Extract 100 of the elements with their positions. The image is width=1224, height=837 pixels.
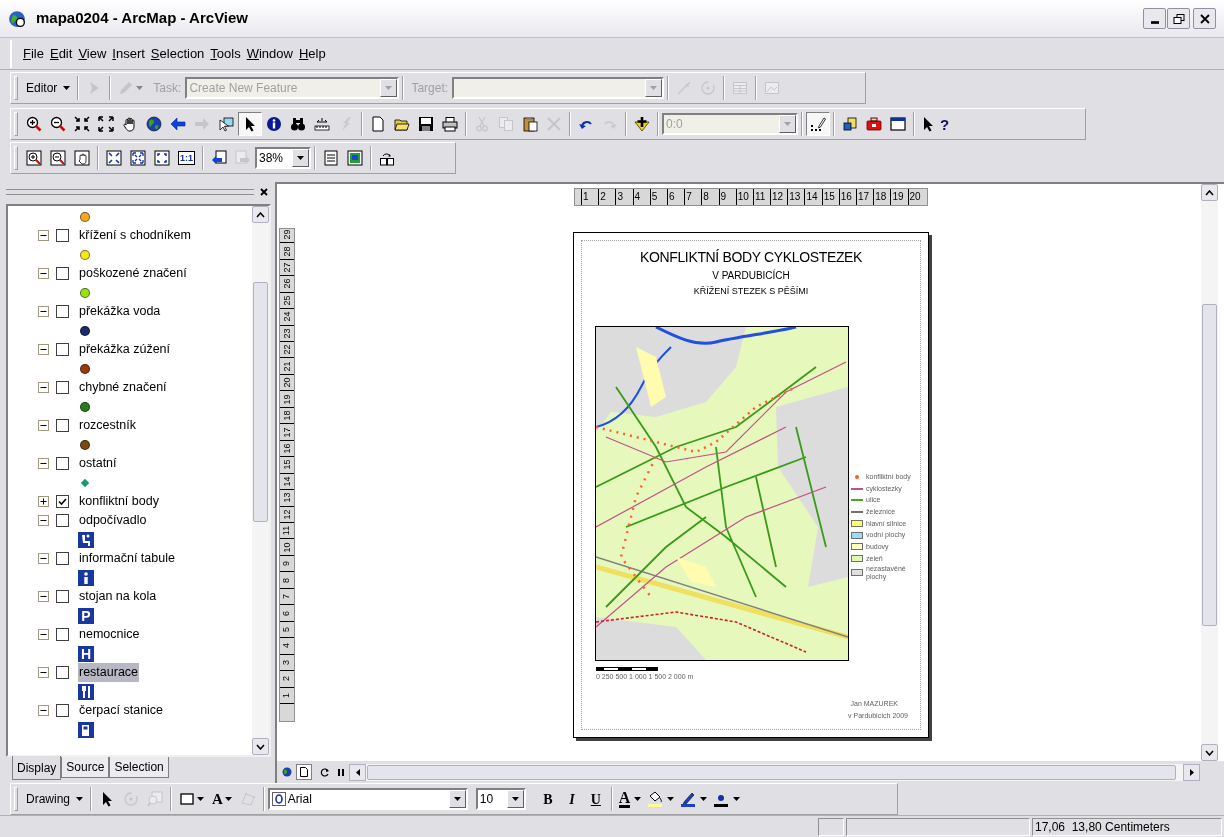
layout-view-button[interactable]	[296, 764, 312, 780]
checkbox[interactable]	[56, 514, 69, 527]
layer-name[interactable]: křížení s chodníkem	[78, 226, 192, 245]
scrollbar[interactable]	[252, 206, 269, 755]
collapse-toggle[interactable]	[38, 705, 49, 716]
menu-item[interactable]: View	[75, 41, 110, 66]
dropdown-field[interactable]: 38%	[255, 147, 311, 169]
minimize-button[interactable]	[1143, 8, 1166, 29]
layer-name[interactable]: konfliktní body	[78, 492, 160, 511]
scale-bar	[596, 667, 658, 671]
pencil-on-dots-button[interactable]	[806, 112, 830, 136]
scroll-up-button[interactable]	[252, 206, 269, 223]
layer-name[interactable]: chybné značení	[78, 378, 168, 397]
coordinates-text: 17,06 13,80 Centimeters	[1032, 817, 1222, 836]
layer-name[interactable]: restaurace	[78, 663, 140, 682]
collapse-toggle[interactable]	[38, 344, 49, 355]
dropdown-field[interactable]: 10	[475, 788, 526, 810]
panel-tab[interactable]: Selection	[109, 757, 169, 778]
checkbox[interactable]	[56, 628, 69, 641]
collapse-toggle[interactable]	[38, 306, 49, 317]
page-button[interactable]: 1:1	[174, 146, 199, 170]
checkbox[interactable]	[56, 419, 69, 432]
layer-name[interactable]: odpočívadlo	[78, 511, 148, 530]
scroll-left-button[interactable]	[349, 763, 366, 781]
layer-name[interactable]: informační tabule	[78, 549, 176, 568]
close-button[interactable]	[1193, 8, 1216, 29]
dropdown-field[interactable]: Arial	[267, 788, 468, 810]
checkbox[interactable]	[56, 666, 69, 679]
panel-grip[interactable]	[6, 189, 254, 195]
right-triangle-icon	[1189, 768, 1194, 776]
toolbar-grip[interactable]	[14, 146, 18, 170]
collapse-toggle[interactable]	[38, 382, 49, 393]
globe-icon	[282, 767, 292, 777]
underline-button[interactable]: U	[583, 787, 608, 811]
scroll-thumb[interactable]	[367, 764, 1176, 780]
toolbar-menu-button[interactable]: Drawing	[22, 787, 87, 811]
pen-icon	[680, 791, 697, 807]
page-lines-icon	[323, 150, 339, 166]
toolbar-menu-button[interactable]: Editor	[22, 76, 75, 100]
collapse-toggle[interactable]	[38, 667, 49, 678]
scissors-icon	[474, 116, 490, 132]
scroll-up-button[interactable]	[1201, 184, 1218, 201]
bold-button[interactable]: B	[535, 787, 560, 811]
blank-page-icon	[370, 116, 386, 132]
menu-item[interactable]: File	[20, 41, 47, 66]
checkbox[interactable]	[56, 343, 69, 356]
expand-toggle[interactable]	[38, 496, 49, 507]
layer-name[interactable]: překážka zúžení	[78, 340, 172, 359]
text-tool-button[interactable]: A	[208, 787, 236, 811]
checkbox[interactable]	[56, 552, 69, 565]
font-color-button[interactable]: A	[615, 787, 645, 811]
layer-name[interactable]: nemocnice	[78, 625, 141, 644]
page-brackets-icon	[154, 150, 170, 166]
menu-item[interactable]: Tools	[207, 41, 244, 66]
scroll-down-button[interactable]	[1201, 744, 1218, 761]
checkbox[interactable]	[56, 704, 69, 717]
checkbox[interactable]	[56, 267, 69, 280]
italic-button[interactable]: I	[559, 787, 584, 811]
collapse-toggle[interactable]	[38, 553, 49, 564]
scrollbar[interactable]	[1201, 184, 1218, 761]
collapse-toggle[interactable]	[38, 591, 49, 602]
menu-item[interactable]: Selection	[147, 41, 208, 66]
collapse-toggle[interactable]	[38, 230, 49, 241]
restore-button[interactable]	[1167, 8, 1190, 29]
menu-item[interactable]: Insert	[109, 41, 148, 66]
panel-tab[interactable]: Source	[61, 757, 110, 778]
scroll-thumb[interactable]	[1202, 304, 1217, 626]
toolbar-grip[interactable]	[14, 112, 18, 136]
checkbox[interactable]	[56, 590, 69, 603]
layer-name[interactable]: ostatní	[78, 454, 118, 473]
layer-name[interactable]: rozcestník	[78, 416, 137, 435]
layer-name[interactable]: překážka voda	[78, 302, 162, 321]
collapse-toggle[interactable]	[38, 268, 49, 279]
checkbox[interactable]	[56, 305, 69, 318]
layer-name[interactable]: poškozené značení	[78, 264, 188, 283]
toolbar-grip[interactable]	[14, 787, 18, 811]
checkbox[interactable]	[56, 457, 69, 470]
scrollbar[interactable]	[349, 763, 1200, 781]
checkbox[interactable]	[56, 229, 69, 242]
pointer-button[interactable]: ?	[918, 112, 954, 136]
collapse-toggle[interactable]	[38, 458, 49, 469]
plus-over-arrow-icon	[634, 116, 650, 132]
menu-item[interactable]: Window	[243, 41, 296, 66]
collapse-toggle[interactable]	[38, 629, 49, 640]
checkbox[interactable]	[56, 495, 69, 508]
checkbox[interactable]	[56, 381, 69, 394]
scroll-right-button[interactable]	[1183, 763, 1200, 781]
pointer-button[interactable]	[238, 112, 262, 136]
layer-name[interactable]: stojan na kola	[78, 587, 158, 606]
pause-icon	[337, 767, 345, 777]
scroll-thumb[interactable]	[253, 282, 268, 522]
menu-item[interactable]: Edit	[46, 41, 76, 66]
toolbar-grip[interactable]	[14, 76, 18, 100]
collapse-toggle[interactable]	[38, 515, 49, 526]
scroll-down-button[interactable]	[252, 738, 269, 755]
ruler-label: 5	[282, 626, 292, 632]
menu-item[interactable]: Help	[295, 41, 329, 66]
collapse-toggle[interactable]	[38, 420, 49, 431]
panel-tab[interactable]: Display	[12, 756, 62, 780]
layer-name[interactable]: čerpací stanice	[78, 701, 165, 720]
